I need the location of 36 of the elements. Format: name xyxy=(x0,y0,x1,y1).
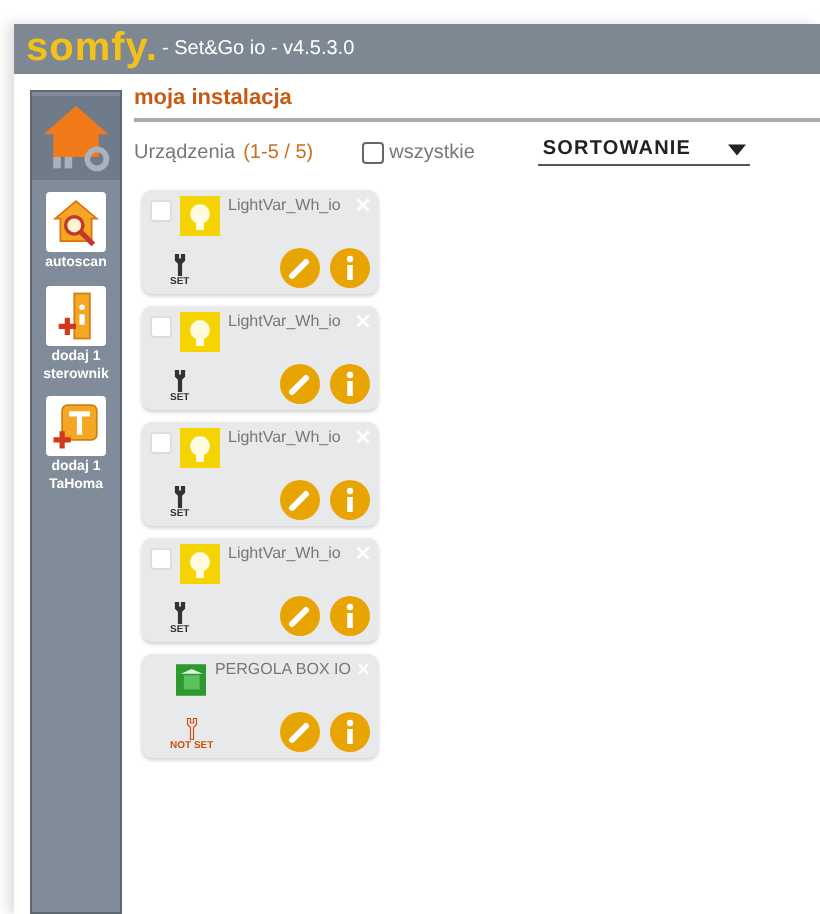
pergola-icon xyxy=(175,660,207,700)
light-bulb-icon xyxy=(180,312,220,352)
device-count: (1-5 / 5) xyxy=(243,141,314,163)
info-button[interactable] xyxy=(330,596,370,636)
device-name: PERGOLA BOX IO xyxy=(214,660,351,678)
add-box-icon xyxy=(50,400,102,453)
device-name: LightVar_Wh_io xyxy=(228,196,343,214)
device-checkbox[interactable] xyxy=(150,200,172,222)
caret-icon xyxy=(727,143,746,155)
edit-button[interactable] xyxy=(280,596,320,636)
light-bulb-icon xyxy=(180,428,220,468)
info-button[interactable] xyxy=(330,480,370,520)
edit-button[interactable] xyxy=(280,712,320,752)
device-name: LightVar_Wh_io xyxy=(228,544,343,562)
sort-dropdown[interactable]: SORTOWANIE xyxy=(538,138,750,166)
info-button[interactable] xyxy=(330,248,370,288)
info-button[interactable] xyxy=(330,364,370,404)
house-search-icon xyxy=(50,196,102,248)
device-checkbox[interactable] xyxy=(150,548,172,570)
select-all-checkbox[interactable]: wszystkie xyxy=(361,141,475,163)
window-title: - Set&Go io - v4.5.3.0 xyxy=(161,38,355,60)
page-title: moja instalacja xyxy=(134,86,820,122)
devices-label: Urządzenia xyxy=(134,141,236,163)
device-name: LightVar_Wh_io xyxy=(228,312,343,330)
edit-button[interactable] xyxy=(280,248,320,288)
sidebar-item[interactable] xyxy=(32,96,120,180)
edit-button[interactable] xyxy=(280,364,320,404)
device-checkbox[interactable] xyxy=(150,432,172,454)
house-key-icon xyxy=(38,100,114,176)
light-bulb-icon xyxy=(180,544,220,584)
info-button[interactable] xyxy=(330,712,370,752)
light-bulb-icon xyxy=(180,196,220,236)
edit-button[interactable] xyxy=(280,480,320,520)
logo: somfy. xyxy=(26,26,158,72)
device-name: LightVar_Wh_io xyxy=(228,428,343,446)
device-checkbox[interactable] xyxy=(150,316,172,338)
